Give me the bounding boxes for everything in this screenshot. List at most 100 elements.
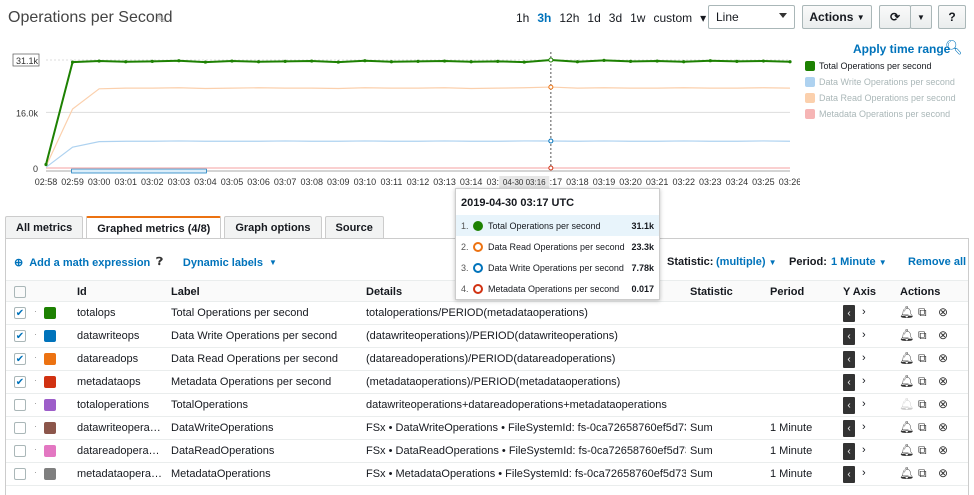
row-id[interactable]: metadataops [77, 376, 165, 388]
column-statistic[interactable]: Statistic [690, 286, 733, 298]
y-axis-right-icon[interactable]: › [862, 375, 866, 387]
table-row[interactable]: ✔ · datareadops Data Read Operations per se… [6, 348, 968, 371]
legend-item[interactable]: Data Write Operations per second [805, 74, 956, 90]
help-button[interactable]: ? [938, 5, 966, 29]
y-axis-right-icon[interactable]: › [862, 398, 866, 410]
row-label[interactable]: Data Read Operations per second [171, 353, 361, 365]
table-row[interactable]: · metadataopera… MetadataOperations FSx • M… [6, 463, 968, 486]
color-swatch[interactable] [44, 307, 56, 319]
row-period[interactable]: 1 Minute [770, 445, 812, 457]
row-details[interactable]: FSx • DataReadOperations • FileSystemId:… [366, 445, 686, 457]
row-expand-dot[interactable]: · [34, 306, 37, 316]
row-details[interactable]: datawriteoperations+datareadoperations+m… [366, 399, 686, 411]
tab-graph-options[interactable]: Graph options [224, 216, 322, 238]
copy-icon[interactable]: ⧉ [918, 351, 927, 366]
table-row[interactable]: ✔ · datawriteops Data Write Operations per … [6, 325, 968, 348]
refresh-options-button[interactable]: ▼ [910, 5, 932, 29]
legend-item[interactable]: Total Operations per second [805, 58, 956, 74]
row-label[interactable]: Total Operations per second [171, 307, 361, 319]
range-12h[interactable]: 12h [555, 9, 583, 27]
remove-icon[interactable]: ⊗ [938, 443, 948, 457]
row-checkbox[interactable]: ✔ [14, 307, 26, 319]
bell-icon[interactable]: 🔔︎ [899, 351, 914, 365]
y-axis-right-icon[interactable]: › [862, 352, 866, 364]
color-swatch[interactable] [44, 422, 56, 434]
color-swatch[interactable] [44, 330, 56, 342]
y-axis-right-icon[interactable]: › [862, 329, 866, 341]
table-row[interactable]: · totaloperations TotalOperations datawrite… [6, 394, 968, 417]
zoom-search-icon[interactable]: 🔍︎ [945, 39, 963, 56]
y-axis-right-icon[interactable]: › [862, 444, 866, 456]
remove-all-link[interactable]: Remove all [908, 256, 966, 268]
row-label[interactable]: TotalOperations [171, 399, 361, 411]
y-axis-right-icon[interactable]: › [862, 421, 866, 433]
range-3d[interactable]: 3d [605, 9, 626, 27]
row-expand-dot[interactable]: · [34, 467, 37, 477]
range-brush[interactable] [71, 168, 207, 174]
row-details[interactable]: (datawriteoperations)/PERIOD(datawriteop… [366, 330, 686, 342]
range-1h[interactable]: 1h [512, 9, 533, 27]
help-circle-icon[interactable]: ❓︎ [156, 256, 163, 269]
table-row[interactable]: ✔ · metadataops Metadata Operations per sec… [6, 371, 968, 394]
bell-icon[interactable]: 🔔︎ [899, 305, 914, 319]
color-swatch[interactable] [44, 353, 56, 365]
row-label[interactable]: DataReadOperations [171, 445, 361, 457]
row-label[interactable]: Metadata Operations per second [171, 376, 361, 388]
bell-icon[interactable]: 🔔︎ [899, 397, 914, 411]
copy-icon[interactable]: ⧉ [918, 397, 927, 412]
remove-icon[interactable]: ⊗ [938, 305, 948, 319]
row-details[interactable]: FSx • MetadataOperations • FileSystemId:… [366, 468, 686, 480]
row-id[interactable]: datareadops [77, 353, 165, 365]
copy-icon[interactable]: ⧉ [918, 443, 927, 458]
refresh-button[interactable]: ⟳ [879, 5, 911, 29]
y-axis-left-icon[interactable]: ‹ [843, 420, 855, 437]
row-details[interactable]: (metadataoperations)/PERIOD(metadataoper… [366, 376, 686, 388]
bell-icon[interactable]: 🔔︎ [899, 466, 914, 480]
column-period[interactable]: Period [770, 286, 804, 298]
row-id[interactable]: datareadopera… [77, 445, 165, 457]
table-row[interactable]: ✔ · totalops Total Operations per second tot… [6, 302, 968, 325]
row-checkbox[interactable]: ✔ [14, 376, 26, 388]
row-label[interactable]: MetadataOperations [171, 468, 361, 480]
range-1d[interactable]: 1d [583, 9, 604, 27]
row-expand-dot[interactable]: · [34, 398, 37, 408]
copy-icon[interactable]: ⧉ [918, 466, 927, 481]
actions-button[interactable]: Actions ▼ [802, 5, 872, 29]
column-label[interactable]: Label [171, 286, 200, 298]
row-checkbox[interactable]: ✔ [14, 330, 26, 342]
y-axis-right-icon[interactable]: › [862, 467, 866, 479]
row-checkbox[interactable] [14, 468, 26, 480]
remove-icon[interactable]: ⊗ [938, 374, 948, 388]
select-all-checkbox[interactable] [14, 286, 26, 298]
y-axis-left-icon[interactable]: ‹ [843, 397, 855, 414]
range-custom[interactable]: custom [649, 9, 696, 27]
row-details[interactable]: FSx • DataWriteOperations • FileSystemId… [366, 422, 686, 434]
row-id[interactable]: totaloperations [77, 399, 165, 411]
row-details[interactable]: (datareadoperations)/PERIOD(datareadoper… [366, 353, 686, 365]
row-statistic[interactable]: Sum [690, 445, 713, 457]
row-id[interactable]: datawriteops [77, 330, 165, 342]
range-1w[interactable]: 1w [626, 9, 649, 27]
row-label[interactable]: DataWriteOperations [171, 422, 361, 434]
tab-graphed-metrics[interactable]: Graphed metrics (4/8) [86, 216, 222, 239]
plus-circle-icon[interactable]: ⊕ [14, 256, 23, 269]
row-checkbox[interactable]: ✔ [14, 353, 26, 365]
add-math-expression-link[interactable]: Add a math expression [29, 257, 150, 269]
color-swatch[interactable] [44, 376, 56, 388]
y-axis-left-icon[interactable]: ‹ [843, 351, 855, 368]
color-swatch[interactable] [44, 445, 56, 457]
row-statistic[interactable]: Sum [690, 468, 713, 480]
row-period[interactable]: 1 Minute [770, 422, 812, 434]
row-details[interactable]: totaloperations/PERIOD(metadataoperation… [366, 307, 686, 319]
apply-time-range-link[interactable]: Apply time range [853, 42, 950, 56]
column-actions[interactable]: Actions [900, 286, 940, 298]
tab-source-[interactable]: Source [324, 216, 384, 238]
row-id[interactable]: datawriteopera… [77, 422, 165, 434]
copy-icon[interactable]: ⧉ [918, 328, 927, 343]
row-statistic[interactable]: Sum [690, 422, 713, 434]
column-y-axis[interactable]: Y Axis [843, 286, 876, 298]
y-axis-left-icon[interactable]: ‹ [843, 374, 855, 391]
color-swatch[interactable] [44, 399, 56, 411]
copy-icon[interactable]: ⧉ [918, 374, 927, 389]
row-id[interactable]: totalops [77, 307, 165, 319]
